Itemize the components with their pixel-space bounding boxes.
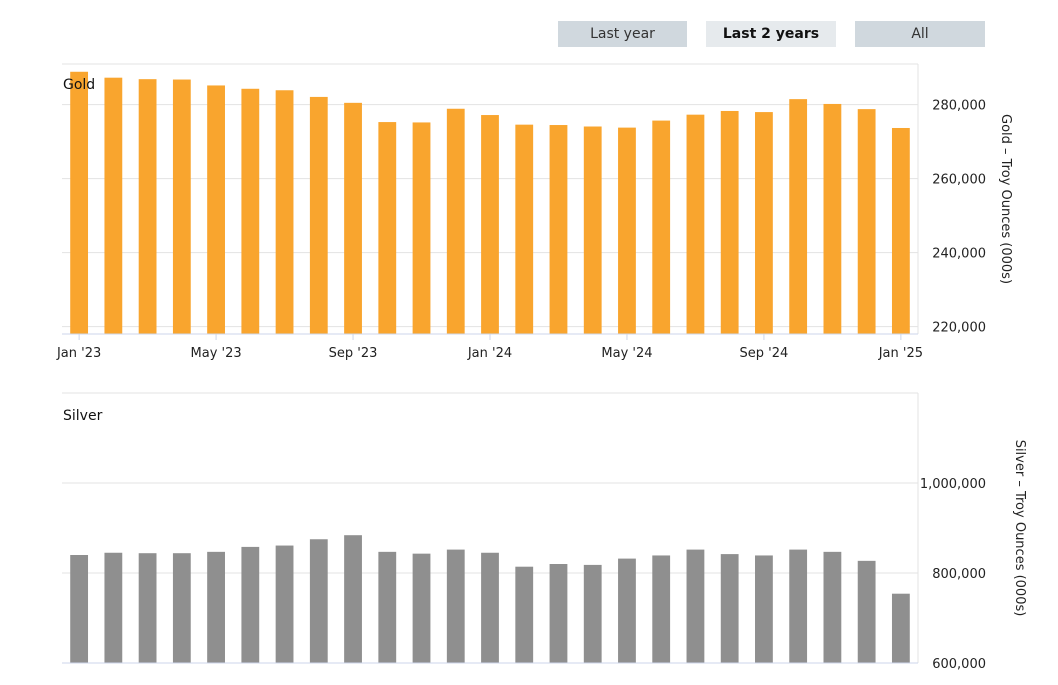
silver-y-tick-label: 1,000,000 [920,477,986,492]
silver-bar[interactable] [686,549,705,663]
silver-bar[interactable] [378,551,397,663]
silver-bar[interactable] [309,539,328,663]
silver-bar[interactable] [618,558,636,663]
gold-bar[interactable] [138,79,157,334]
silver-y-tick-label: 800,000 [932,567,986,582]
gold-bar[interactable] [378,122,397,334]
gold-bar[interactable] [891,127,910,334]
silver-bar[interactable] [789,549,808,663]
silver-bar[interactable] [515,566,534,663]
silver-bar[interactable] [172,553,191,663]
gold-bar[interactable] [686,114,705,334]
gold-chart-title: Gold [63,77,95,93]
gold-bar[interactable] [652,120,671,334]
gold-x-tick-label: Jan '24 [467,346,512,361]
silver-bar[interactable] [70,555,89,663]
silver-bar[interactable] [549,564,568,663]
gold-bar[interactable] [857,109,876,334]
gold-x-tick-label: May '23 [191,346,242,361]
silver-bar[interactable] [241,546,260,663]
gold-bar[interactable] [549,125,568,334]
silver-bar[interactable] [275,545,294,663]
silver-bar[interactable] [823,551,842,663]
silver-y-axis-label: Silver – Troy Ounces (000s) [1012,440,1027,617]
gold-y-tick-label: 280,000 [932,99,986,114]
gold-bar[interactable] [207,85,225,334]
silver-chart: 600,000 800,000 1,000,000 Silver Silver – … [62,392,1027,672]
gold-y-tick-label: 260,000 [932,173,986,188]
gold-x-tick-label: Sep '24 [740,346,789,361]
gold-bar[interactable] [789,99,808,334]
gold-bar[interactable] [583,126,602,334]
gold-bar[interactable] [104,77,123,334]
gold-x-tick-label: Sep '23 [329,346,378,361]
gold-y-tick-label: 220,000 [932,321,986,336]
silver-y-tick-label: 600,000 [932,657,986,672]
silver-bar[interactable] [344,535,362,663]
gold-y-axis-label: Gold – Troy Ounces (000s) [998,114,1013,284]
gold-x-tick-label: Jan '23 [56,346,101,361]
silver-bar[interactable] [138,553,157,663]
silver-bar[interactable] [857,560,876,663]
gold-x-tick-label: Jan '25 [878,346,923,361]
gold-bar[interactable] [618,127,636,334]
silver-bar[interactable] [720,554,739,663]
silver-bar[interactable] [481,552,499,663]
gold-y-tick-label: 240,000 [932,247,986,262]
charts-canvas: Jan '23 May '23 Sep '23 Jan '24 May '24 Sep '… [56,63,1027,672]
gold-bar[interactable] [755,112,773,335]
silver-bar[interactable] [104,552,123,663]
silver-bar[interactable] [583,564,602,663]
gold-bar[interactable] [241,88,260,334]
silver-bar[interactable] [652,555,671,663]
gold-bar[interactable] [70,71,89,334]
gold-bar[interactable] [515,124,534,334]
gold-chart: Jan '23 May '23 Sep '23 Jan '24 May '24 Sep '… [56,63,1013,361]
gold-bar[interactable] [309,96,328,334]
silver-bar[interactable] [755,555,773,663]
gold-bar[interactable] [481,115,499,334]
gold-bar[interactable] [344,102,362,334]
gold-bar[interactable] [172,79,191,335]
gold-bar[interactable] [275,90,294,334]
gold-bar[interactable] [412,122,431,334]
silver-bar[interactable] [891,593,910,663]
gold-bar[interactable] [446,108,465,335]
silver-chart-title: Silver [63,408,103,424]
gold-bar[interactable] [720,110,739,335]
gold-x-tick-label: May '24 [601,346,652,361]
silver-bar[interactable] [207,551,225,663]
silver-bar[interactable] [446,549,465,663]
silver-bar[interactable] [412,553,431,663]
gold-bar[interactable] [823,103,842,334]
